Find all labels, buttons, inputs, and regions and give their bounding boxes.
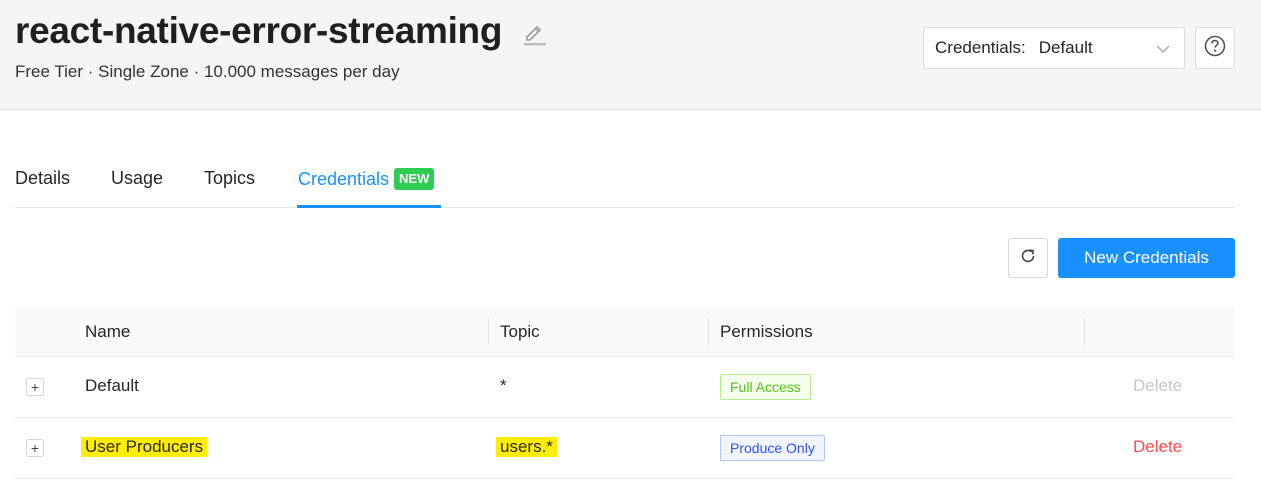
chevron-down-icon	[1156, 41, 1170, 61]
page-title: react-native-error-streaming	[15, 10, 503, 51]
page-header: react-native-error-streaming Free Tier ·…	[0, 0, 1261, 110]
tab-label: Topics	[204, 168, 256, 188]
column-header-topic: Topic	[500, 322, 540, 341]
delete-button: Delete	[1133, 376, 1183, 395]
tab-topics[interactable]: Topics	[204, 168, 255, 189]
column-divider	[1084, 319, 1085, 346]
new-credentials-button[interactable]: New Credentials	[1058, 238, 1235, 278]
credentials-select-value: Default	[1038, 38, 1093, 57]
credentials-select-label: Credentials:	[935, 38, 1026, 57]
tab-bar: Details Usage Topics Credentials NEW	[15, 150, 1235, 208]
permission-tag: Produce Only	[720, 435, 825, 461]
credential-topic: users.*	[496, 437, 557, 457]
credential-topic: *	[500, 376, 507, 395]
credentials-select[interactable]: Credentials: Default	[923, 27, 1185, 69]
pencil-edit-icon[interactable]	[522, 20, 548, 46]
plan-subtitle: Free Tier · Single Zone · 10.000 message…	[15, 62, 400, 81]
credentials-table: Name Topic Permissions + Default * Full …	[15, 308, 1235, 479]
table-header: Name Topic Permissions	[15, 308, 1235, 357]
table-row: + Default * Full Access Delete	[15, 357, 1235, 418]
new-badge: NEW	[394, 168, 435, 190]
tab-details[interactable]: Details	[15, 168, 70, 189]
delete-button[interactable]: Delete	[1133, 437, 1182, 457]
credential-name: User Producers	[81, 437, 208, 457]
tab-label: Details	[15, 168, 71, 188]
active-tab-indicator	[297, 205, 441, 208]
tab-credentials[interactable]: Credentials NEW	[298, 168, 435, 190]
tab-usage[interactable]: Usage	[111, 168, 163, 189]
column-divider	[708, 319, 709, 346]
title-row: react-native-error-streaming	[15, 10, 548, 52]
help-button[interactable]	[1195, 27, 1235, 69]
column-header-name: Name	[85, 322, 131, 341]
tab-label: Usage	[111, 168, 164, 188]
table-row: + User Producers users.* Produce Only De…	[15, 418, 1235, 479]
question-circle-icon	[1204, 35, 1226, 62]
refresh-button[interactable]	[1008, 238, 1048, 278]
tab-label: Credentials	[298, 168, 390, 189]
expand-row-button[interactable]: +	[26, 378, 44, 396]
column-header-permissions: Permissions	[720, 322, 813, 341]
column-divider	[488, 319, 489, 346]
refresh-icon	[1019, 247, 1037, 270]
expand-row-button[interactable]: +	[26, 439, 44, 457]
credential-name: Default	[85, 376, 139, 395]
permission-tag: Full Access	[720, 374, 811, 400]
